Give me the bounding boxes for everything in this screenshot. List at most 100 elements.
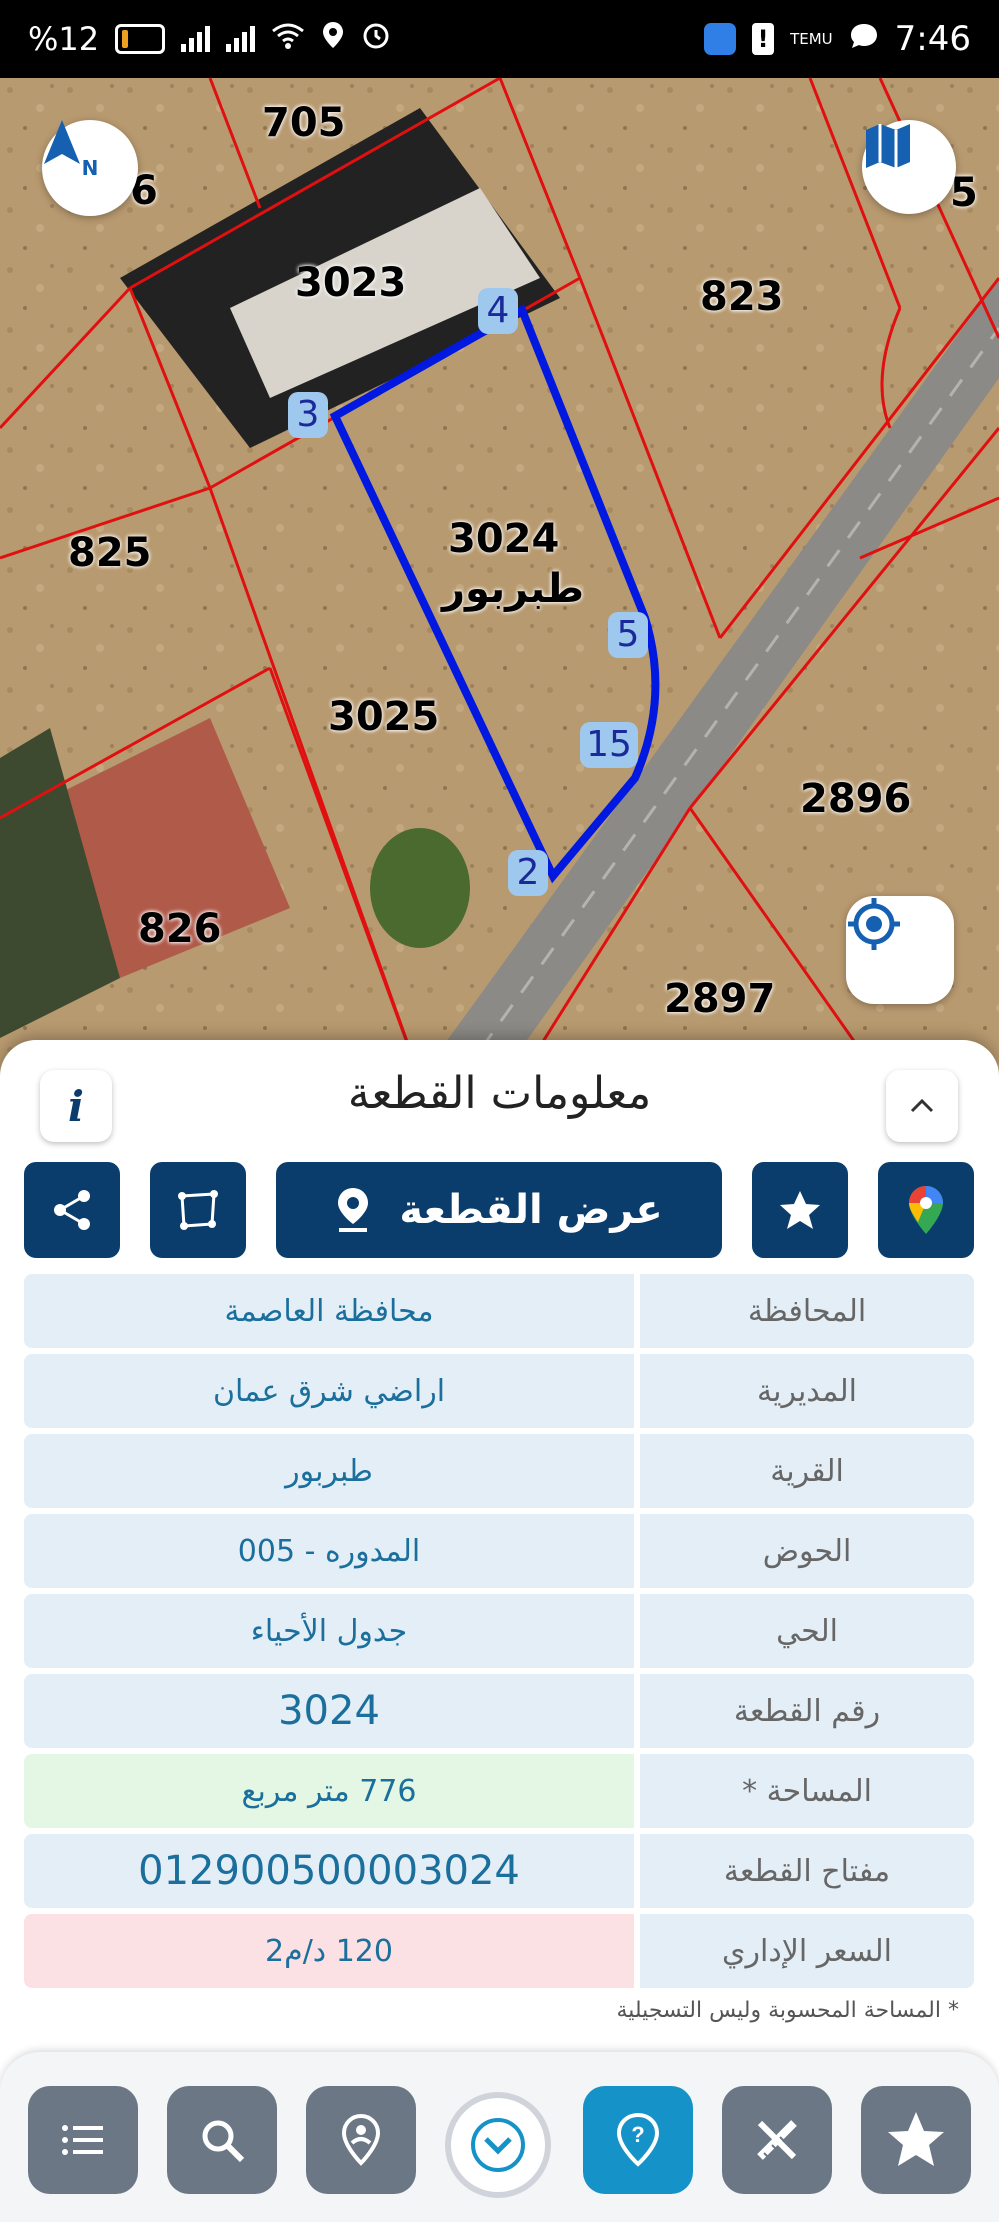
governorate-label: المحافظة <box>640 1274 974 1348</box>
directorate-label: المديرية <box>640 1354 974 1428</box>
wifi-icon <box>271 20 305 58</box>
area-value: 776 متر مربع <box>24 1754 634 1828</box>
vertex-marker[interactable]: 5 <box>608 612 648 658</box>
share-button[interactable] <box>24 1162 120 1258</box>
pin-icon <box>338 1188 369 1232</box>
nav-search-button[interactable] <box>167 2086 277 2194</box>
nav-collapse-button[interactable] <box>445 2092 551 2198</box>
satellite-map[interactable]: 705 6 3023 823 825 3024 طبربور 3025 2896… <box>0 78 999 1078</box>
table-row: 3024 رقم القطعة <box>24 1674 974 1748</box>
view-parcel-label: عرض القطعة <box>399 1187 663 1233</box>
polygon-icon <box>178 1190 218 1230</box>
google-maps-button[interactable] <box>878 1162 974 1258</box>
parcel-label: 2896 <box>800 776 912 822</box>
area-footnote: * المساحة المحسوبة وليس التسجيلية <box>616 1998 959 2023</box>
map-layers-button[interactable] <box>862 120 956 214</box>
battery-percent: %12 <box>28 20 100 58</box>
compass-button[interactable]: N <box>42 120 138 216</box>
temu-icon: TEMU <box>790 29 833 48</box>
vertex-marker[interactable]: 2 <box>508 850 548 896</box>
parcel-label: 705 <box>262 100 346 146</box>
status-left: %12 <box>28 20 391 58</box>
neighborhood-label: الحي <box>640 1594 974 1668</box>
svg-text:?: ? <box>631 2122 644 2147</box>
table-row: طبربور القرية <box>24 1434 974 1508</box>
table-row: 120 د/م2 السعر الإداري <box>24 1914 974 1988</box>
locate-icon <box>848 898 900 950</box>
measure-button[interactable] <box>150 1162 246 1258</box>
area-label: المساحة * <box>640 1754 974 1828</box>
village-value: طبربور <box>24 1434 634 1508</box>
nav-help-button[interactable]: ? <box>583 2086 693 2194</box>
app-notification-icon <box>704 23 737 55</box>
sheet-title: معلومات القطعة <box>347 1068 652 1119</box>
neighborhood-value: جدول الأحياء <box>24 1594 634 1668</box>
clock: 7:46 <box>894 19 971 59</box>
parcel-key-value[interactable]: 012900500003024 <box>24 1834 634 1908</box>
selected-parcel-village: طبربور <box>442 566 585 612</box>
help-pin-icon: ? <box>616 2112 660 2167</box>
village-label: القرية <box>640 1434 974 1508</box>
parcel-label: 2897 <box>664 976 776 1022</box>
search-icon <box>202 2120 245 2163</box>
map-icon <box>866 124 910 168</box>
chevron-down-icon <box>471 2118 525 2172</box>
action-buttons: عرض القطعة <box>0 1162 999 1260</box>
signal-2-icon <box>226 26 256 52</box>
bottom-nav: ? <box>0 2052 999 2222</box>
status-right: ! TEMU 7:46 <box>704 19 971 59</box>
signal-icon <box>181 26 211 52</box>
star-icon <box>888 2112 944 2166</box>
table-row: المدوره - 005 الحوض <box>24 1514 974 1588</box>
nav-location-button[interactable] <box>306 2086 416 2194</box>
list-icon <box>62 2125 103 2155</box>
nav-favorites-button[interactable] <box>861 2086 971 2194</box>
share-icon <box>54 1190 90 1230</box>
location-icon <box>321 20 345 58</box>
basin-value: المدوره - 005 <box>24 1514 634 1588</box>
favorite-button[interactable] <box>752 1162 848 1258</box>
directorate-value: اراضي شرق عمان <box>24 1354 634 1428</box>
admin-price-value: 120 د/م2 <box>24 1914 634 1988</box>
parcel-number-label: رقم القطعة <box>640 1674 974 1748</box>
table-row: 012900500003024 مفتاح القطعة <box>24 1834 974 1908</box>
tools-icon <box>757 2120 797 2160</box>
compass-icon: N <box>44 120 98 178</box>
table-row: محافظة العاصمة المحافظة <box>24 1274 974 1348</box>
table-row: 776 متر مربع المساحة * <box>24 1754 974 1828</box>
admin-price-label: السعر الإداري <box>640 1914 974 1988</box>
table-row: اراضي شرق عمان المديرية <box>24 1354 974 1428</box>
nav-list-button[interactable] <box>28 2086 138 2194</box>
vertex-marker[interactable]: 3 <box>288 392 328 438</box>
tree-cluster <box>370 828 470 948</box>
chat-icon <box>849 20 879 58</box>
parcel-label: 3025 <box>328 694 440 740</box>
chevron-up-icon <box>910 1098 934 1113</box>
parcel-key-label: مفتاح القطعة <box>640 1834 974 1908</box>
parcel-label: 825 <box>68 530 152 576</box>
parcel-info-sheet: i معلومات القطعة عرض القطعة محافظة العاص… <box>0 1040 999 2222</box>
parcel-label: 3023 <box>295 260 407 306</box>
governorate-value: محافظة العاصمة <box>24 1274 634 1348</box>
nav-tools-button[interactable] <box>722 2086 832 2194</box>
star-icon <box>780 1191 820 1229</box>
alert-icon: ! <box>752 23 775 55</box>
expand-sheet-button[interactable] <box>886 1070 958 1142</box>
status-bar: %12 ! TEMU 7:46 <box>0 0 999 78</box>
person-pin-icon <box>341 2113 381 2166</box>
selected-parcel-number: 3024 <box>448 516 560 562</box>
parcel-label: 823 <box>700 274 784 320</box>
vertex-marker[interactable]: 15 <box>580 722 638 768</box>
table-row: جدول الأحياء الحي <box>24 1594 974 1668</box>
alarm-icon <box>361 20 391 58</box>
battery-icon <box>115 24 166 54</box>
my-location-button[interactable] <box>846 896 954 1004</box>
google-maps-icon <box>909 1186 943 1234</box>
parcel-info-table: محافظة العاصمة المحافظة اراضي شرق عمان ا… <box>24 1274 974 1994</box>
basin-label: الحوض <box>640 1514 974 1588</box>
vertex-marker[interactable]: 4 <box>478 288 518 334</box>
parcel-label: 826 <box>138 906 222 952</box>
view-parcel-button[interactable]: عرض القطعة <box>276 1162 722 1258</box>
parcel-number-value: 3024 <box>24 1674 634 1748</box>
sheet-header: i معلومات القطعة <box>0 1040 999 1150</box>
